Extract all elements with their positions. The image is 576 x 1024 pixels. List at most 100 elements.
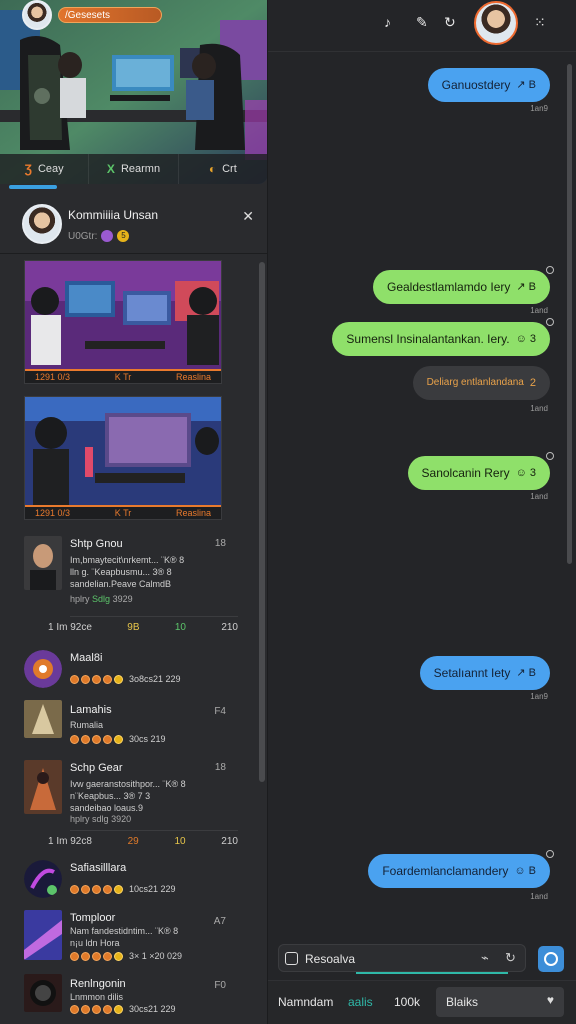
post-line: lln g. ¨Keapbusmu... 3® 8 [70,567,172,577]
avatar[interactable] [22,0,52,30]
message-bubble[interactable]: Deliarg entlanlandana 2 [412,366,550,400]
message-emoji: ↗ B [516,281,536,293]
message-emoji: ☺ 3 [515,467,536,479]
bottom-item-3[interactable]: 100k [394,995,420,1009]
tab-rearmn[interactable]: X Rearmn [89,154,179,184]
refresh-icon[interactable]: ↻ [444,14,456,31]
stat-comments[interactable]: 10 [175,622,186,633]
message-text: Ganuostdery [441,78,511,92]
media-stat-mid: K Tr [114,372,132,382]
stat-likes[interactable]: 9B [127,622,139,633]
list-sub-text: 30cs21 229 [129,1004,176,1014]
media-stat-right: Reaslina [175,508,211,518]
post-stats: 1 Im 92c8 29 10 210 [48,836,238,847]
stat-date: 1 Im 92ce [48,622,92,633]
bottom-item-2[interactable]: aalis [348,995,373,1009]
message-text: Sanolcanin Rery [421,466,510,480]
list-item[interactable]: Maal8i 3o8cs21 229 [24,646,238,690]
message-bubble[interactable]: Sanolcanin Rery ☺ 3 [407,456,550,490]
message-bubble[interactable]: Foardemlanclamandery ☺ B [368,854,550,888]
list-item[interactable]: Renlngonin Lnmmon dilis 30cs21 229 F0 [24,974,238,1018]
list-sub: 3o8cs21 229 [70,674,181,684]
list-time: A7 [213,916,226,927]
send-button[interactable] [538,946,564,972]
thumbnail [24,910,62,960]
grid-icon[interactable]: ⁙ [534,14,546,31]
message-bubble[interactable]: Setalıannt Iety ↗ B [419,656,550,690]
post-title: Schp Gear [70,762,123,774]
list-sub-text: 10cs21 229 [129,884,176,894]
stat-shares[interactable]: 210 [221,622,238,633]
media-stat-right: Reaslina [175,372,211,382]
bottom-item-1[interactable]: Namndam [278,995,333,1009]
list-item[interactable]: Schp Gear 18 Ivw gaeranstosithpor... ¨K®… [24,760,238,826]
list-item[interactable]: Tomploor Nam fandestidntim... ¨K® 8 n¡u … [24,910,238,962]
meta-c: 3920 [111,814,132,824]
post-line: Ivw gaeranstosithpor... ¨K® 8 [70,779,186,789]
scrollbar[interactable] [567,64,572,564]
gaming-setup-image [25,397,221,519]
stat-shares[interactable]: 210 [221,836,238,847]
message-emoji: ☺ 3 [515,333,536,345]
user-avatar[interactable] [474,1,518,45]
list-item[interactable]: Lamahis Rumalia 30cs 219 F4 [24,700,238,744]
scrollbar[interactable] [259,262,265,782]
bottom-bar: Namndam aalis 100k ♥ [268,980,576,1024]
heart-icon[interactable]: ♥ [547,993,554,1007]
edit-icon[interactable]: ✎ [416,14,428,31]
message-input[interactable] [305,949,455,969]
bottom-search-input[interactable] [446,992,536,1012]
status-icon [546,266,554,274]
post-thumbnail [24,536,62,590]
list-item[interactable]: Shtp Gnou 18 Im,bmaytecit\nrkemt... ¨K® … [24,536,238,632]
list-time: F4 [214,706,226,717]
app-root: /Gesesets Ʒ Ceay X Rearmn ◐ Crt Kommiiii… [0,0,576,1024]
media-card-2[interactable]: 1291 0/3 K Tr Reaslina [24,396,222,520]
message-time: 1and [530,306,548,315]
list-sub2: Lnmmon dilis [70,992,124,1002]
hero-tabs: Ʒ Ceay X Rearmn ◐ Crt [0,154,267,184]
message-bubble[interactable]: Gealdestlamlamdo Iery ↗ B [372,270,550,304]
message-text: Foardemlanclamandery [382,864,509,878]
message-bubble[interactable]: Ganuostdery ↗ B [427,68,550,102]
status-icon [546,318,554,326]
paperclip-icon[interactable]: ⌁ [481,950,489,966]
tab-indicator [9,185,57,189]
avatar [24,860,62,898]
hero-pill[interactable]: /Gesesets [58,7,162,23]
post-line: Im,bmaytecit\nrkemt... ¨K® 8 [70,555,185,565]
media-stat-left: 1291 0/3 [35,372,71,382]
message-time: 1and [530,492,548,501]
message-time: 1and [530,404,548,413]
tab-ceay[interactable]: Ʒ Ceay [0,154,90,184]
message-emoji: ↗ B [516,79,536,91]
tab-crt[interactable]: ◐ Crt [179,154,267,184]
x-icon: X [106,162,115,176]
message-text: Sumensl Insinalantankan. Iery. [346,332,510,346]
message-bubble[interactable]: Sumensl Insinalantankan. Iery. ☺ 3 [332,322,550,356]
tab-label: Rearmn [120,163,161,175]
list-title: Lamahis [70,704,112,716]
list-sub2: Nam fandestidntim... ¨K® 8 [70,926,179,936]
media-card-1[interactable]: 1291 0/3 K Tr Reaslina [24,260,222,384]
stat-comments[interactable]: 10 [174,836,185,847]
post-body: Ivw gaeranstosithpor... ¨K® 8 n¨Keapbus.… [70,778,186,814]
meta-b: sdlg [92,814,109,824]
meta-c: 3929 [112,594,133,604]
message-time: 1an9 [530,104,548,113]
list-sub-text: 3× 1 ×20 029 [129,951,183,961]
emoji-icon[interactable]: ↻ [505,950,516,966]
close-icon[interactable]: ✕ [242,208,254,225]
music-icon[interactable]: ♪ [384,14,391,30]
list-sub: 10cs21 229 [70,884,176,894]
profile-avatar[interactable] [22,204,62,244]
tab-label: Ceay [37,163,64,175]
hero-banner[interactable]: /Gesesets Ʒ Ceay X Rearmn ◐ Crt [0,0,267,184]
list-item[interactable]: Safiasilllara 10cs21 229 [24,856,238,900]
attach-checkbox[interactable] [285,952,298,965]
message-composer: ⌁ ↻ [278,944,526,972]
stat-likes[interactable]: 29 [128,836,139,847]
clock-icon: ◐ [208,162,217,176]
profile-sub: U0Gtr: 5 [68,230,130,242]
message-emoji: ☺ B [514,865,536,877]
